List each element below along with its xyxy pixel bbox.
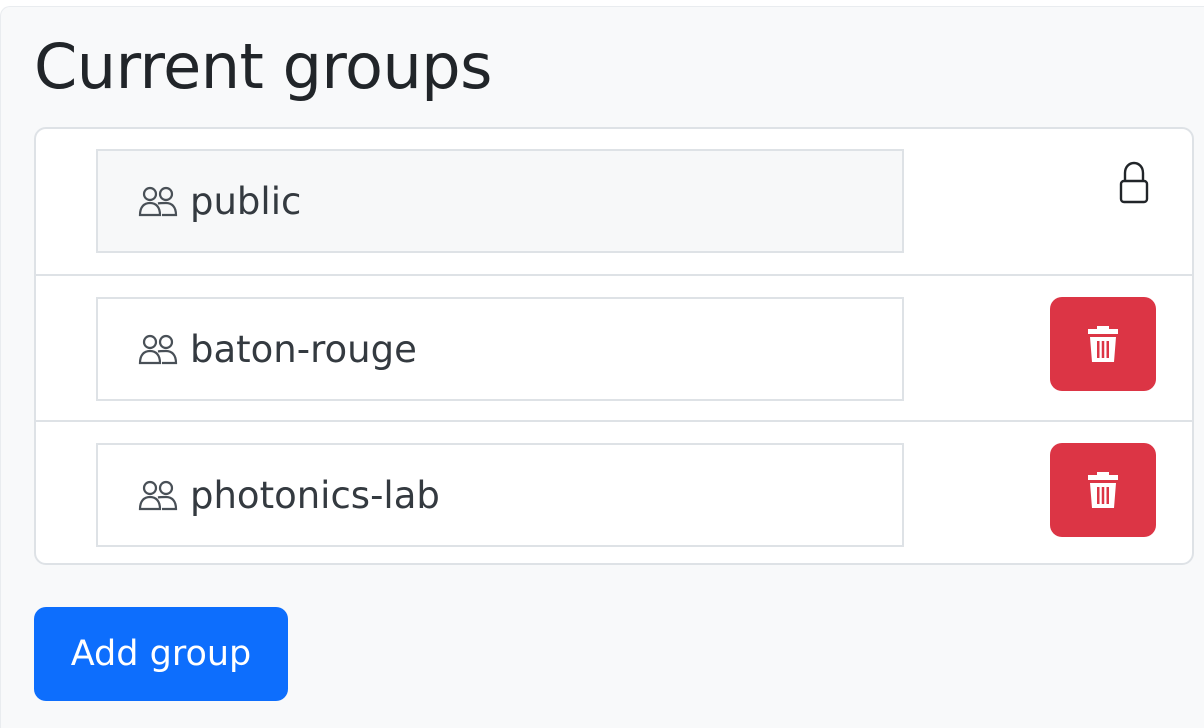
groups-list: public baton-rouge photonics-lab bbox=[34, 127, 1194, 565]
trash-icon bbox=[1088, 472, 1118, 508]
lock-icon bbox=[1119, 161, 1149, 204]
group-name-field: baton-rouge bbox=[96, 297, 904, 401]
add-group-button[interactable]: Add group bbox=[34, 607, 288, 701]
group-name-field: photonics-lab bbox=[96, 443, 904, 547]
group-name-field: public bbox=[96, 149, 904, 253]
people-icon bbox=[138, 480, 178, 511]
group-name: baton-rouge bbox=[190, 327, 417, 371]
list-item: photonics-lab bbox=[36, 420, 1192, 563]
group-name: photonics-lab bbox=[190, 473, 440, 517]
delete-group-button[interactable] bbox=[1050, 297, 1156, 391]
list-item: public bbox=[36, 129, 1192, 275]
list-item: baton-rouge bbox=[36, 274, 1192, 420]
people-icon bbox=[138, 186, 178, 217]
trash-icon bbox=[1088, 326, 1118, 362]
page-title: Current groups bbox=[34, 30, 492, 103]
groups-panel: Current groups public baton-rouge photon… bbox=[0, 6, 1204, 728]
people-icon bbox=[138, 334, 178, 365]
delete-group-button[interactable] bbox=[1050, 443, 1156, 537]
group-name: public bbox=[190, 179, 302, 223]
